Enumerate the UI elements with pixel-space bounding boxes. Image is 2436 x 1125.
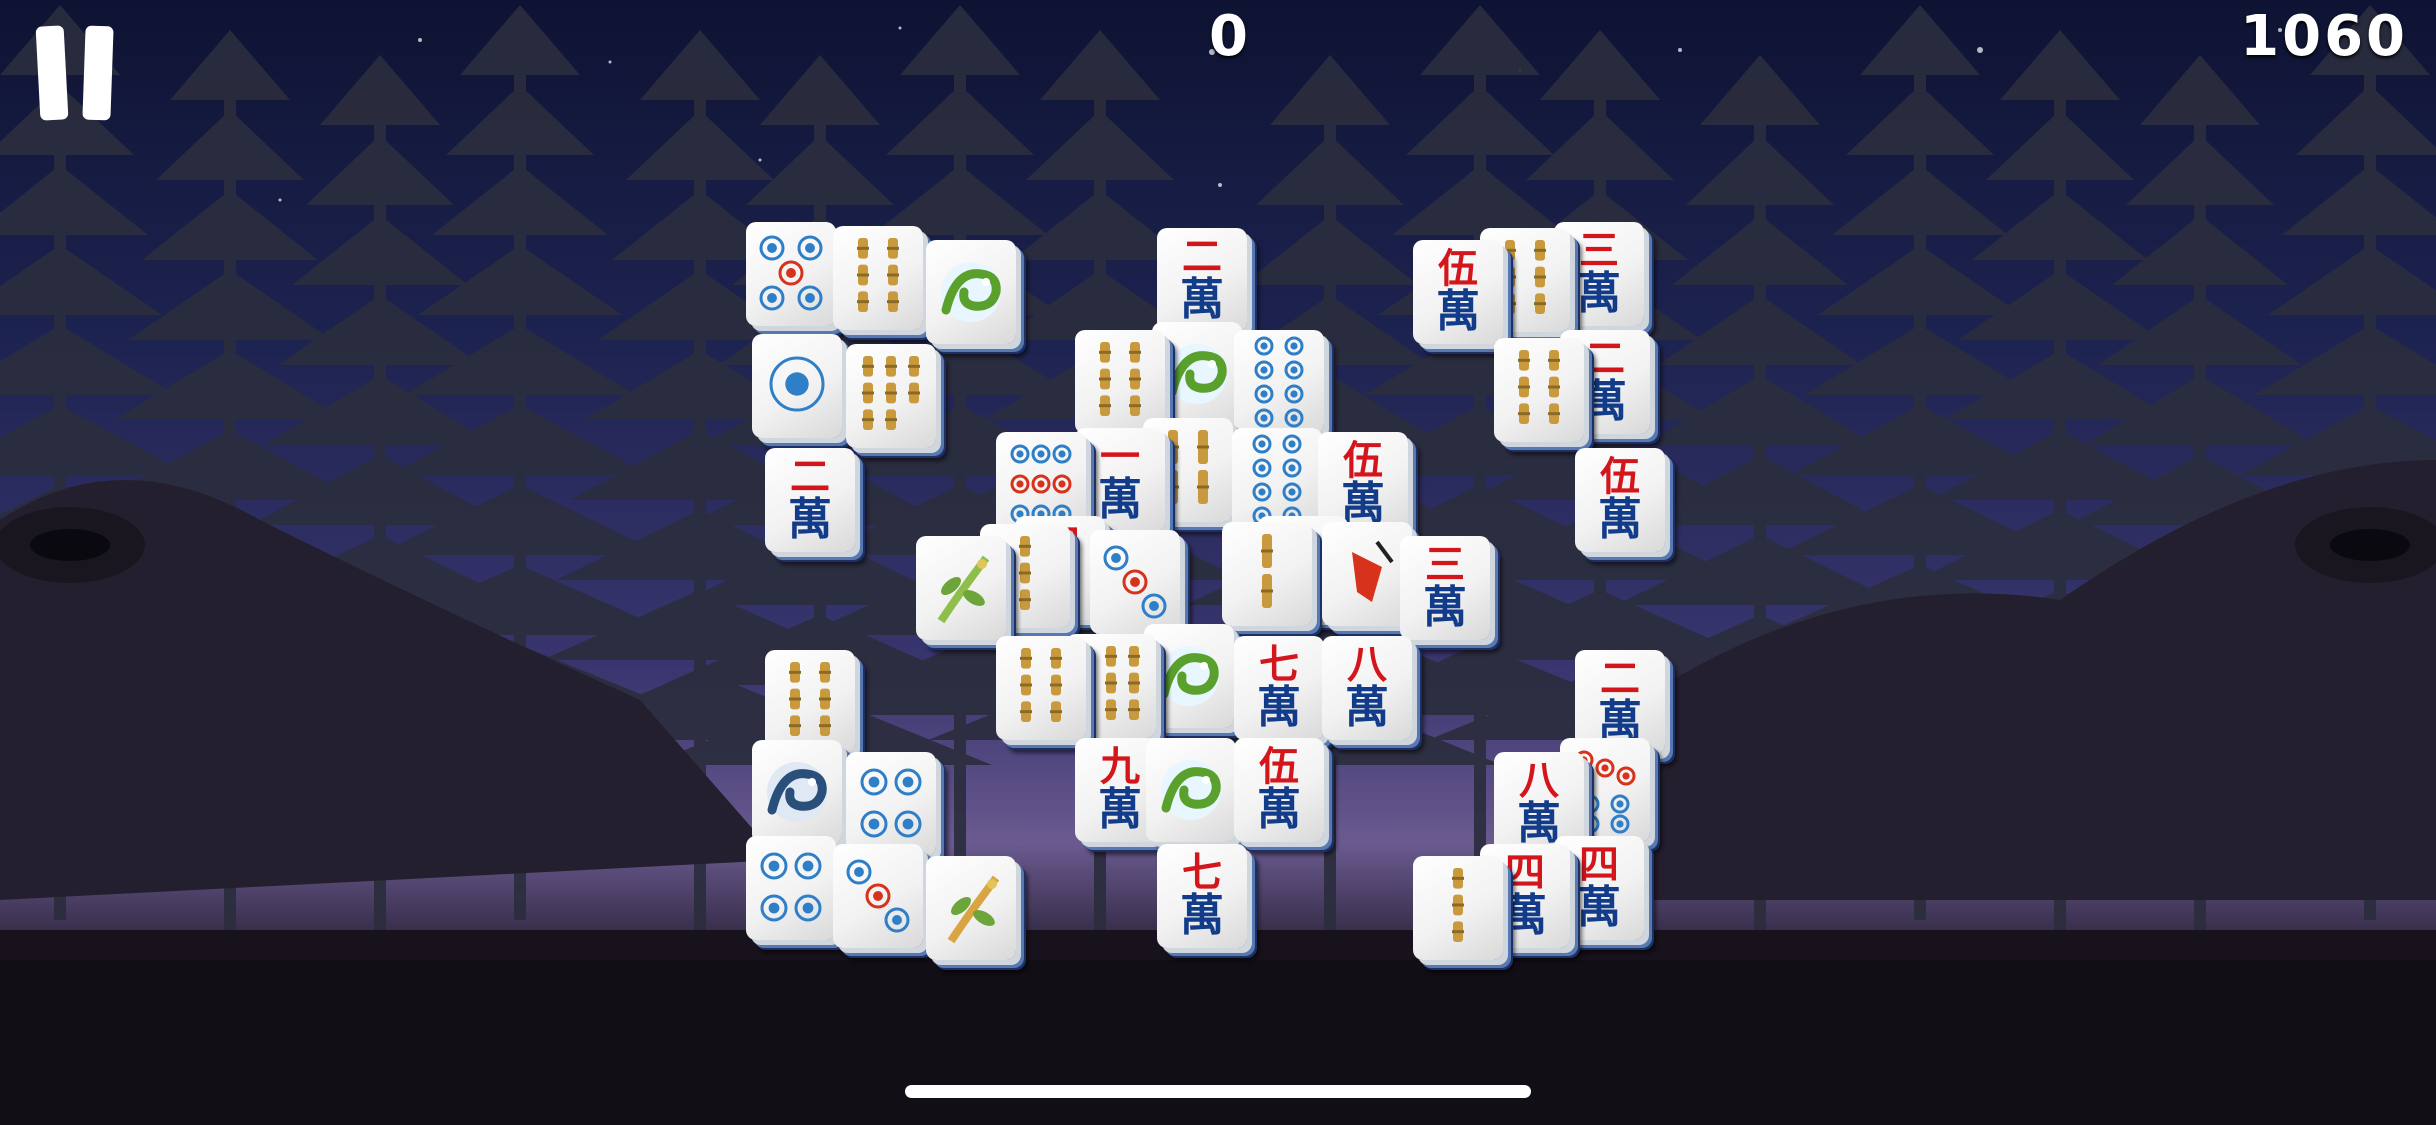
- bamboo-tile[interactable]: [833, 226, 923, 330]
- bamboo-tile[interactable]: [1413, 856, 1503, 960]
- tile-number: 二: [790, 453, 830, 500]
- tile-number: 七: [1182, 849, 1222, 896]
- character-tile[interactable]: 二萬: [765, 448, 855, 552]
- bamboo-tile[interactable]: [765, 650, 855, 754]
- character-tile[interactable]: 七萬: [1234, 636, 1324, 740]
- bamboo-tile[interactable]: [846, 344, 936, 448]
- character-tile[interactable]: 伍萬: [1234, 738, 1324, 842]
- circle-suit-icon: [769, 356, 825, 412]
- bamboo-suit-icon: [857, 238, 899, 312]
- character-tile[interactable]: 七萬: [1157, 844, 1247, 948]
- bamboo-tile[interactable]: [996, 636, 1086, 740]
- tile-wan-glyph: 萬: [1436, 286, 1480, 337]
- dragon-icon: [767, 762, 827, 822]
- flower-tile[interactable]: [916, 536, 1006, 640]
- bamboo-suit-icon: [1261, 534, 1273, 608]
- bamboo-suit-icon: [789, 662, 831, 736]
- tile-number: 八: [1347, 641, 1387, 688]
- circle-tile[interactable]: [746, 836, 836, 940]
- flower-icon: [937, 555, 990, 624]
- character-tile[interactable]: 伍萬: [1575, 448, 1665, 552]
- tile-number: 伍: [1600, 453, 1640, 500]
- circle-tile[interactable]: [746, 222, 836, 326]
- tile-number: 二: [1600, 655, 1640, 702]
- character-tile[interactable]: 二萬: [1157, 228, 1247, 332]
- dragon-icon: [1167, 344, 1227, 404]
- tile-wan-glyph: 萬: [1423, 582, 1467, 633]
- season-icon: [1352, 540, 1394, 602]
- tile-wan-glyph: 萬: [1341, 478, 1385, 529]
- bamboo-tile[interactable]: [1222, 522, 1312, 626]
- circle-suit-icon: [1254, 336, 1304, 428]
- circle-tile[interactable]: [752, 334, 842, 438]
- dragon-tile[interactable]: [1152, 322, 1242, 426]
- bamboo-suit-icon: [1020, 648, 1062, 722]
- dragon-icon: [1161, 760, 1221, 820]
- tile-wan-glyph: 萬: [1345, 682, 1389, 733]
- tile-number: 三: [1425, 541, 1465, 588]
- tile-wan-glyph: 萬: [1098, 474, 1142, 525]
- tile-number: 伍: [1343, 437, 1383, 484]
- tile-wan-glyph: 萬: [1180, 890, 1224, 941]
- circle-tile[interactable]: [1234, 330, 1324, 434]
- circle-tile[interactable]: [846, 752, 936, 856]
- tile-number: 一: [1100, 433, 1140, 480]
- dragon-tile[interactable]: [1144, 624, 1234, 728]
- circle-suit-icon: [860, 768, 922, 838]
- tile-wan-glyph: 萬: [1098, 784, 1142, 835]
- tile-wan-glyph: 萬: [1257, 682, 1301, 733]
- bamboo-tile[interactable]: [1494, 338, 1584, 442]
- bamboo-suit-icon: [1518, 350, 1560, 424]
- circle-suit-icon: [846, 859, 910, 933]
- dragon-icon: [1159, 646, 1219, 706]
- character-tile[interactable]: 伍萬: [1413, 240, 1503, 344]
- tile-number: 二: [1182, 233, 1222, 280]
- dragon-tile[interactable]: [1146, 738, 1236, 842]
- tile-wan-glyph: 萬: [1577, 268, 1621, 319]
- tile-number: 二: [1585, 335, 1625, 382]
- tile-number: 三: [1579, 227, 1619, 274]
- circle-suit-icon: [759, 235, 823, 311]
- circle-tile[interactable]: [1090, 530, 1180, 634]
- flower-tile[interactable]: [926, 856, 1016, 960]
- tile-wan-glyph: 萬: [1503, 890, 1547, 941]
- tile-wan-glyph: 萬: [1180, 274, 1224, 325]
- bamboo-suit-icon: [1452, 868, 1464, 942]
- bamboo-suit-icon: [862, 356, 920, 430]
- tile-number: 四: [1579, 841, 1619, 888]
- home-indicator[interactable]: [905, 1085, 1531, 1098]
- circle-tile[interactable]: [833, 844, 923, 948]
- tile-wan-glyph: 萬: [788, 494, 832, 545]
- tile-number: 伍: [1259, 743, 1299, 790]
- dragon-tile[interactable]: [752, 740, 842, 844]
- dragon-tile[interactable]: [926, 240, 1016, 344]
- season-tile[interactable]: [1322, 522, 1412, 626]
- flower-icon: [947, 875, 1000, 944]
- tile-number: 九: [1100, 743, 1140, 790]
- mahjong-board: 二萬二萬 一萬伍萬 四萬九萬 三萬 七萬八萬九萬 伍萬七萬伍萬三萬二萬伍萬 二萬…: [0, 0, 2436, 1125]
- tile-number: 四: [1505, 849, 1545, 896]
- tile-wan-glyph: 萬: [1577, 882, 1621, 933]
- tile-number: 七: [1259, 641, 1299, 688]
- circle-suit-icon: [1103, 545, 1167, 619]
- character-tile[interactable]: 三萬: [1400, 536, 1490, 640]
- circle-suit-icon: [760, 852, 822, 922]
- tile-wan-glyph: 萬: [1598, 494, 1642, 545]
- tile-number: 八: [1519, 757, 1559, 804]
- character-tile[interactable]: 八萬: [1322, 636, 1412, 740]
- tile-wan-glyph: 萬: [1583, 376, 1627, 427]
- dragon-icon: [941, 262, 1001, 322]
- tile-wan-glyph: 萬: [1257, 784, 1301, 835]
- tile-number: 伍: [1438, 245, 1478, 292]
